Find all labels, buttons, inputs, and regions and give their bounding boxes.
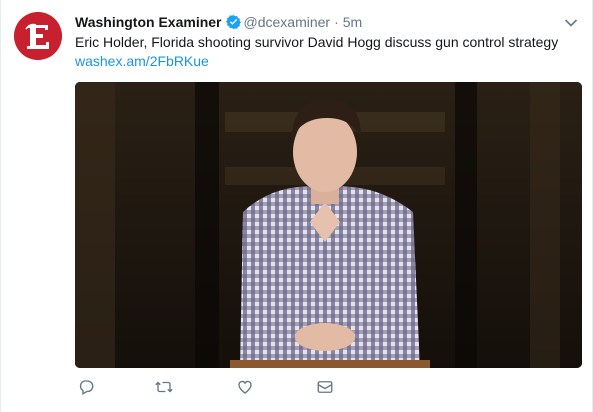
author-name[interactable]: Washington Examiner (75, 14, 222, 30)
tweet-card[interactable]: Washington Examiner @dcexaminer · 5m Eric H… (0, 0, 593, 412)
tweet-text: Eric Holder, Florida shooting survivor D… (75, 34, 559, 50)
tweet-photo[interactable] (75, 82, 582, 368)
verified-badge-icon (225, 14, 241, 33)
author-handle[interactable]: @dcexaminer (244, 14, 331, 30)
tweet-link[interactable]: washex.am/2FbRKue (75, 52, 209, 71)
gothic-e-logo (14, 12, 62, 60)
heart-icon[interactable] (236, 378, 258, 398)
tweet-actions (75, 378, 576, 398)
photo-image (75, 82, 582, 368)
tweet-header: Washington Examiner @dcexaminer · 5m (75, 13, 552, 33)
avatar[interactable] (14, 12, 62, 60)
separator-dot: · (334, 14, 339, 30)
chevron-down-icon[interactable] (564, 15, 578, 33)
timestamp[interactable]: 5m (343, 14, 362, 30)
reply-icon[interactable] (77, 378, 99, 398)
retweet-icon[interactable] (154, 378, 176, 398)
envelope-icon[interactable] (316, 378, 338, 398)
